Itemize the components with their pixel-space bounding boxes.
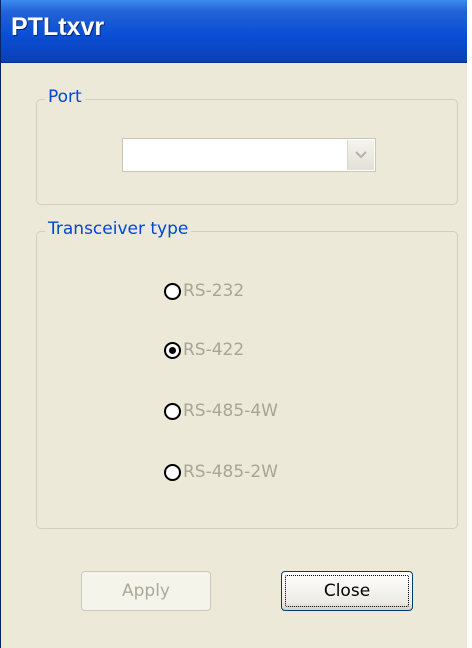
radio-button-icon xyxy=(164,402,181,420)
radio-rs-232[interactable]: RS-232 xyxy=(164,281,244,301)
apply-button-label: Apply xyxy=(122,581,170,601)
port-group: Port xyxy=(36,87,458,205)
title-bar[interactable]: PTLtxvr xyxy=(1,0,467,63)
radio-label: RS-485-4W xyxy=(183,401,278,421)
transceiver-type-group: Transceiver type RS-232 RS-422 RS-485-4W… xyxy=(36,219,458,529)
radio-rs-485-4w[interactable]: RS-485-4W xyxy=(164,401,278,421)
dialog-window: PTLtxvr Port Transceiver type RS-232 RS-… xyxy=(0,0,467,648)
radio-label: RS-422 xyxy=(183,340,245,360)
radio-label: RS-485-2W xyxy=(183,462,278,482)
transceiver-group-label: Transceiver type xyxy=(45,219,192,239)
chevron-down-icon xyxy=(355,151,367,159)
radio-button-icon xyxy=(164,282,181,300)
radio-button-checked-icon xyxy=(164,341,181,359)
apply-button[interactable]: Apply xyxy=(81,571,211,611)
radio-button-icon xyxy=(164,463,181,481)
combo-dropdown-button[interactable] xyxy=(347,140,374,170)
port-group-label: Port xyxy=(45,87,85,107)
port-combobox[interactable] xyxy=(122,138,376,172)
radio-rs-485-2w[interactable]: RS-485-2W xyxy=(164,462,278,482)
radio-label: RS-232 xyxy=(183,281,245,301)
close-button-label: Close xyxy=(323,581,371,601)
radio-rs-422[interactable]: RS-422 xyxy=(164,340,244,360)
window-title: PTLtxvr xyxy=(11,13,105,41)
close-button[interactable]: Close xyxy=(281,571,413,611)
